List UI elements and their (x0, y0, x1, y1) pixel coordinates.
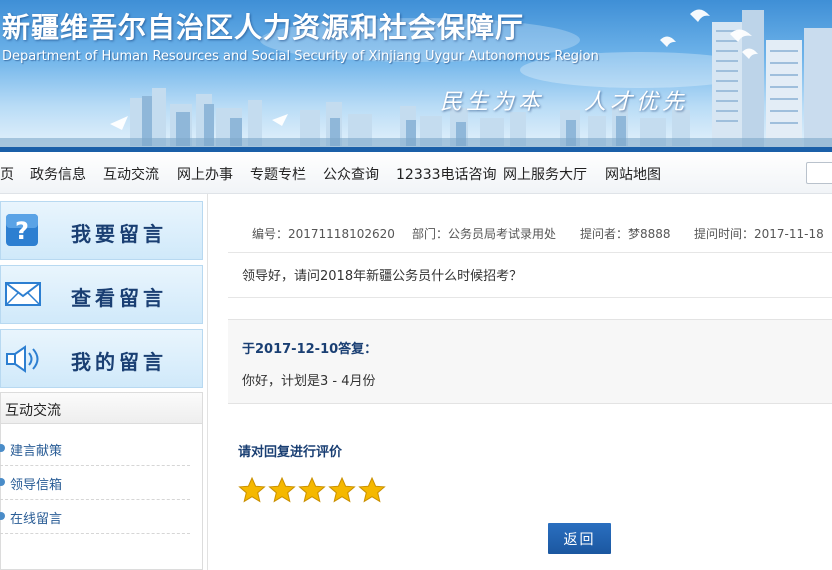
my-messages-button[interactable]: 我的留言 (0, 329, 203, 388)
message-id: 编号：20171118102620 (252, 227, 395, 241)
nav-item-12333-hotline[interactable]: 12333电话咨询 (396, 164, 497, 184)
back-button[interactable]: 返回 (548, 523, 611, 554)
reply-date-heading: 于2017-12-10答复： (242, 342, 378, 357)
bullet-icon (0, 444, 5, 452)
leave-message-button[interactable]: ? 我要留言 (0, 201, 203, 260)
reply-text: 你好，计划是3 - 4月份 (242, 374, 376, 389)
nav-item-gov-info[interactable]: 政务信息 (30, 164, 86, 184)
question-box: 领导好，请问2018年新疆公务员什么时候招考？ (228, 252, 832, 298)
message-dept: 部门：公务员局考试录用处 (412, 227, 557, 241)
bullet-icon (0, 478, 5, 486)
sidebar-item-online-message[interactable]: 在线留言 (0, 500, 190, 534)
svg-text:?: ? (15, 217, 29, 245)
site-subtitle: Department of Human Resources and Social… (2, 49, 599, 64)
sidebar-panel-title: 互动交流 (5, 403, 61, 419)
slogan-right: 人才优先 (584, 90, 689, 115)
bullet-icon (0, 512, 5, 520)
reply-box: 于2017-12-10答复： 你好，计划是3 - 4月份 (228, 319, 832, 404)
message-time: 提问时间：2017-11-18 (694, 227, 824, 241)
nav-item-service-hall[interactable]: 网上服务大厅 (503, 164, 587, 184)
star-icon[interactable] (268, 476, 296, 504)
view-messages-label: 查看留言 (71, 286, 167, 310)
nav-item-home[interactable]: 页 (0, 164, 14, 184)
leave-message-label: 我要留言 (71, 222, 167, 246)
star-icon[interactable] (328, 476, 356, 504)
my-messages-label: 我的留言 (71, 350, 167, 374)
sidebar-item-suggestions[interactable]: 建言献策 (0, 432, 190, 466)
view-messages-button[interactable]: 查看留言 (0, 265, 203, 324)
message-meta: 编号：20171118102620 部门：公务员局考试录用处 提问者：梦8888… (228, 212, 832, 252)
slogan-left: 民生为本 (440, 90, 545, 115)
star-icon[interactable] (358, 476, 386, 504)
star-icon[interactable] (238, 476, 266, 504)
site-title: 新疆维吾尔自治区人力资源和社会保障厅 (2, 11, 525, 44)
nav-item-public-query[interactable]: 公众查询 (323, 164, 379, 184)
sidebar-panel-header: 互动交流 (0, 392, 203, 424)
nav-item-sitemap[interactable]: 网站地图 (605, 164, 661, 184)
question-icon: ? (5, 213, 39, 251)
star-rating (238, 476, 388, 506)
sidebar-item-label: 领导信箱 (10, 478, 63, 493)
message-asker: 提问者：梦8888 (580, 227, 671, 241)
main-nav: 页 政务信息 互动交流 网上办事 专题专栏 公众查询 12333电话咨询 网上服… (0, 152, 832, 194)
nav-item-topics[interactable]: 专题专栏 (250, 164, 306, 184)
sidebar-item-label: 在线留言 (10, 512, 63, 527)
question-text: 领导好，请问2018年新疆公务员什么时候招考？ (242, 269, 523, 284)
nav-item-interaction[interactable]: 互动交流 (103, 164, 159, 184)
nav-search-input[interactable] (806, 162, 832, 184)
header-banner: 新疆维吾尔自治区人力资源和社会保障厅 Department of Human R… (0, 0, 832, 152)
star-icon[interactable] (298, 476, 326, 504)
envelope-icon (5, 281, 41, 311)
sidebar-item-label: 建言献策 (10, 444, 63, 459)
content-divider (207, 194, 208, 570)
sidebar-item-leader-mailbox[interactable]: 领导信箱 (0, 466, 190, 500)
speaker-icon (5, 344, 43, 378)
rating-label: 请对回复进行评价 (238, 445, 343, 460)
nav-item-online-office[interactable]: 网上办事 (177, 164, 233, 184)
